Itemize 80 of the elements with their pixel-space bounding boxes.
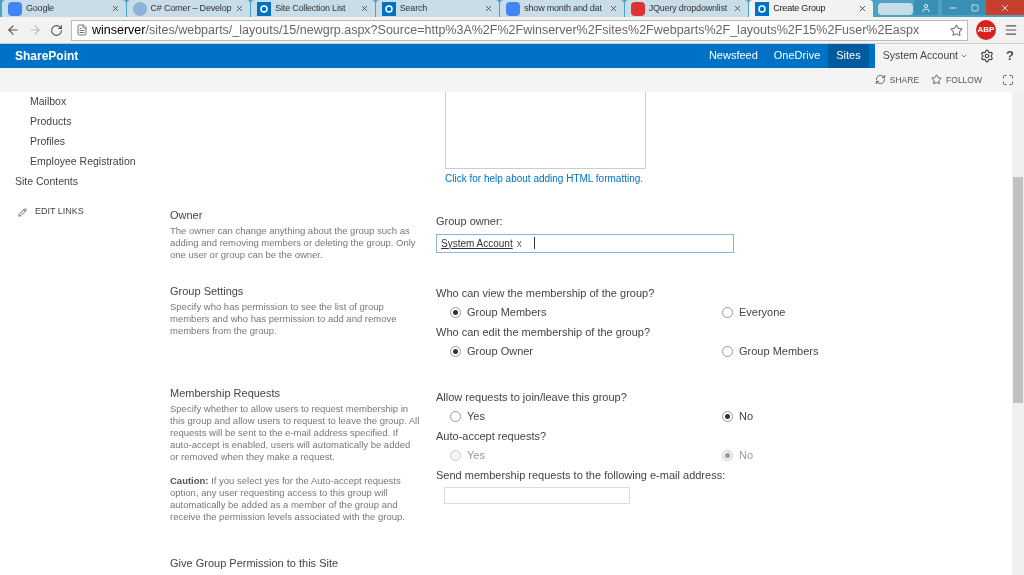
question-label: Allow requests to join/leave this group? — [436, 390, 628, 405]
nav-item[interactable]: Site Contents — [15, 172, 170, 192]
nav-item[interactable]: Products — [15, 112, 170, 132]
people-picker-field[interactable]: System Account x — [436, 233, 734, 253]
radio-option[interactable]: Group Members — [722, 343, 819, 360]
browser-tab[interactable]: JQuery dropdownlist — [624, 0, 749, 18]
browser-tab[interactable]: show month and dat — [500, 0, 624, 18]
browser-tab[interactable]: Site Collection List — [251, 0, 375, 18]
share-icon — [874, 74, 886, 86]
sharepoint-logo-icon — [381, 1, 396, 16]
nav-item[interactable]: Employee Registration — [15, 152, 170, 172]
tab-title: Google — [26, 2, 55, 16]
ribbon-action[interactable]: FOLLOW — [931, 73, 982, 87]
radio-option[interactable]: Everyone — [722, 304, 786, 321]
field-label: Send membership requests to the following e-mail address: — [436, 468, 727, 483]
remove-user[interactable]: x — [516, 235, 522, 251]
user-icon[interactable] — [914, 0, 938, 15]
sharepoint-brand[interactable]: SharePoint — [0, 46, 79, 65]
close-icon[interactable] — [733, 4, 743, 14]
star-icon — [931, 74, 943, 86]
section-description: Specify whether to allow users to request membership in this group and allow users to request to leave the group. All requests will be sent to the e-mail address specified. If auto-accept is enabled, users will automatically be added or removed when they make a request. — [170, 403, 420, 463]
url-path: /sites/webparts/_layouts/15/newgrp.aspx?Source=http%3A%2F%2Fwinserver%2Fsites%2Fwebparts%2F_layouts%2F15%2Fuser%2Easpx — [145, 21, 920, 39]
tab-title: Search — [399, 2, 429, 16]
menu-icon[interactable] — [1004, 23, 1018, 37]
browser-tab[interactable]: Google — [2, 0, 126, 18]
bookmark-star-icon[interactable] — [950, 23, 963, 37]
suite-link[interactable]: Sites — [828, 43, 869, 68]
ribbon-action[interactable]: SHARE — [874, 73, 920, 87]
suite-link[interactable]: Newsfeed — [700, 43, 766, 68]
section-title: Give Group Permission to this Site — [170, 556, 340, 571]
pencil-icon — [18, 207, 27, 217]
section-title: Group Settings — [170, 284, 245, 299]
address-bar[interactable]: winserver/sites/webparts/_layouts/15/newgrp.aspx?Source=http%3A%2F%2Fwinserver%2Fsites%2Fwebparts%2F_layouts%2F15%2Fuser%2Easpx — [71, 19, 968, 41]
tab-title: C# Corner – Develop — [150, 2, 232, 16]
suite-link[interactable]: OneDrive — [765, 43, 829, 68]
edit-links[interactable]: EDIT LINKS — [15, 202, 170, 222]
close-icon[interactable] — [235, 4, 245, 14]
radio-option[interactable]: Yes — [450, 408, 722, 425]
radio-option[interactable]: Group Owner — [450, 343, 722, 360]
site-favicon-icon — [630, 1, 645, 16]
radio-option[interactable]: No — [722, 408, 754, 425]
section-title: Membership Requests — [170, 386, 282, 401]
resolved-user[interactable]: System Account — [441, 235, 513, 251]
caution-note: Caution: If you select yes for the Auto-accept requests option, any user requesting access to this group will automatically be added as a member of the group and receive the permission levels associated with the group. — [170, 475, 406, 523]
help-link[interactable]: Click for help about adding HTML formatting. — [445, 171, 1012, 186]
url-host: winserver — [92, 21, 146, 39]
field-label: Group owner: — [436, 214, 504, 229]
question-label: Who can edit the membership of the group? — [436, 325, 651, 340]
close-icon[interactable] — [484, 4, 494, 14]
sharepoint-logo-icon — [755, 1, 770, 16]
question-label: Auto-accept requests? — [436, 429, 548, 444]
browser-tab[interactable]: Create Group — [749, 0, 873, 18]
tab-title: show month and dat — [524, 2, 603, 16]
account-menu[interactable]: System Account — [882, 47, 969, 64]
question-label: Who can view the membership of the group? — [436, 286, 656, 301]
help-button[interactable]: ? — [1006, 45, 1014, 66]
section-description: The owner can change anything about the group such as adding and removing members or deleting the group. Only one user or group can be the owner. — [170, 225, 417, 261]
tab-title: Create Group — [773, 2, 827, 16]
scrollbar[interactable] — [1012, 92, 1024, 575]
close-icon[interactable] — [359, 4, 369, 14]
section-title: Owner — [170, 208, 204, 223]
back-icon[interactable] — [6, 23, 20, 37]
reload-icon[interactable] — [50, 23, 63, 37]
tab-title: JQuery dropdownlist — [648, 2, 728, 16]
adblock-badge[interactable]: ABP — [976, 20, 996, 40]
nav-item[interactable]: Mailbox — [15, 92, 170, 112]
page-icon — [76, 24, 88, 36]
browser-tab[interactable]: Search — [375, 0, 500, 18]
close-icon[interactable] — [110, 4, 120, 14]
radio-option[interactable]: Group Members — [450, 304, 722, 321]
settings-icon[interactable] — [980, 48, 995, 63]
email-field[interactable] — [444, 487, 630, 504]
nav-item[interactable]: Profiles — [15, 132, 170, 152]
section-description: Specify who has permission to see the list of group members and who has permission to add and remove members from the group. — [170, 301, 398, 337]
focus-icon[interactable] — [1002, 73, 1014, 86]
close-icon[interactable] — [857, 4, 867, 14]
sharepoint-logo-icon — [257, 1, 272, 16]
browser-tab[interactable]: C# Corner – Develop — [126, 0, 251, 18]
tab-title: Site Collection List — [275, 2, 347, 16]
close-icon[interactable] — [608, 4, 618, 14]
